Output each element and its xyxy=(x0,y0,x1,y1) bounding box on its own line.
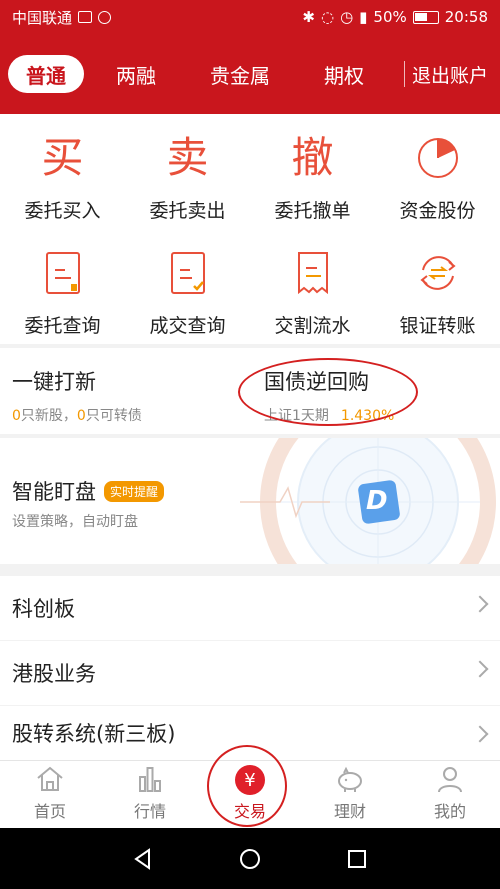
trade-type-tabs: 普通 两融 贵金属 期权 退出账户 xyxy=(0,34,500,114)
new-stock-count: 0 xyxy=(12,408,21,424)
settlement-flow-button[interactable]: 交割流水 xyxy=(250,229,375,344)
bank-transfer-button[interactable]: 银证转账 xyxy=(375,229,500,344)
tab-margin[interactable]: 两融 xyxy=(84,55,188,93)
new-stock-text: 只新股， xyxy=(20,408,77,424)
deal-query-label: 成交查询 xyxy=(149,315,226,337)
promo-row: 一键打新 0只新股，0只可转债 国债逆回购 上证1天期 1.430% xyxy=(0,348,500,434)
nav-trade-label: 交易 xyxy=(233,802,266,821)
buy-icon: 买 xyxy=(41,133,84,182)
transfer-icon xyxy=(412,247,464,299)
tab-divider xyxy=(404,61,405,87)
piggy-bank-icon xyxy=(338,766,362,792)
recents-icon[interactable] xyxy=(345,847,369,871)
document-check-icon xyxy=(162,247,214,299)
mute-icon: ◌ xyxy=(320,8,335,26)
function-grid: 买 委托买入 卖 委托卖出 撤 委托撤单 资金股份 委托查询 成交查询 交割流水… xyxy=(0,114,500,344)
sell-label: 委托卖出 xyxy=(149,200,226,222)
chevron-right-icon xyxy=(471,660,489,678)
nav-mine[interactable]: 我的 xyxy=(400,761,500,828)
hk-stock-label: 港股业务 xyxy=(12,662,96,686)
receipt-icon xyxy=(287,247,339,299)
notification-icon xyxy=(78,11,93,23)
nav-market[interactable]: 行情 xyxy=(100,761,200,828)
chevron-right-icon xyxy=(471,725,489,743)
chevron-right-icon xyxy=(471,595,489,613)
battery-percent: 50% xyxy=(373,8,407,26)
nav-home-label: 首页 xyxy=(33,802,66,821)
nav-wealth-label: 理财 xyxy=(333,802,366,821)
home-icon xyxy=(37,766,63,791)
bluetooth-icon: ✱ xyxy=(302,8,315,26)
yuan-icon: ¥ xyxy=(235,765,265,795)
carrier-name: 中国联通 xyxy=(12,8,73,27)
cancel-icon: 撤 xyxy=(291,133,334,182)
document-icon xyxy=(37,247,89,299)
buy-label: 委托买入 xyxy=(24,200,101,222)
smart-logo-letter: D xyxy=(366,486,388,516)
bank-transfer-label: 银证转账 xyxy=(399,315,476,337)
neeq-label: 股转系统(新三板) xyxy=(12,722,176,746)
home-circle-icon[interactable] xyxy=(238,847,262,871)
settlement-flow-label: 交割流水 xyxy=(274,315,351,337)
order-query-button[interactable]: 委托查询 xyxy=(0,229,125,344)
ipo-title: 一键打新 xyxy=(12,370,96,394)
cancel-order-label: 委托撤单 xyxy=(274,200,351,222)
smart-watch-subtitle: 设置策略，自动盯盘 xyxy=(12,514,138,530)
reverse-repo-title: 国债逆回购 xyxy=(264,370,369,394)
funds-holdings-label: 资金股份 xyxy=(399,200,476,222)
logout-button[interactable]: 退出账户 xyxy=(412,55,488,93)
user-icon xyxy=(438,767,462,793)
repo-rate: 1.430% xyxy=(340,408,395,424)
sell-button[interactable]: 卖 委托卖出 xyxy=(125,114,250,229)
bottom-nav: 首页 行情 ¥ 交易 理财 我的 xyxy=(0,760,500,828)
pie-chart-icon xyxy=(412,132,464,184)
nav-wealth[interactable]: 理财 xyxy=(300,761,400,828)
bar-chart-icon xyxy=(139,767,161,792)
repo-market: 上证1天期 xyxy=(264,408,329,424)
status-bar: 中国联通 ✱ ◌ ◷ ▮ 50% 20:58 xyxy=(0,0,500,34)
star-market-row[interactable]: 科创板 xyxy=(0,576,500,640)
funds-holdings-button[interactable]: 资金股份 xyxy=(375,114,500,229)
cancel-order-button[interactable]: 撤 委托撤单 xyxy=(250,114,375,229)
ipo-subscribe-card[interactable]: 一键打新 0只新股，0只可转债 xyxy=(0,348,250,434)
reverse-repo-subtitle: 上证1天期 1.430% xyxy=(264,405,500,425)
app-notification-icon xyxy=(98,10,112,24)
signal-icon: ▮ xyxy=(359,8,368,26)
buy-button[interactable]: 买 委托买入 xyxy=(0,114,125,229)
reverse-repo-card[interactable]: 国债逆回购 上证1天期 1.430% xyxy=(250,348,500,434)
tab-precious-metal[interactable]: 贵金属 xyxy=(188,55,292,93)
back-icon[interactable] xyxy=(131,847,155,871)
tab-normal[interactable]: 普通 xyxy=(8,55,84,93)
smart-watch-card[interactable]: 智能盯盘 实时提醒 设置策略，自动盯盘 D xyxy=(0,438,500,564)
star-market-label: 科创板 xyxy=(12,597,75,621)
nav-trade[interactable]: ¥ 交易 xyxy=(200,761,300,828)
deal-query-button[interactable]: 成交查询 xyxy=(125,229,250,344)
nav-market-label: 行情 xyxy=(133,802,166,821)
alarm-icon: ◷ xyxy=(340,8,354,26)
neeq-row[interactable]: 股转系统(新三板) xyxy=(0,706,500,760)
sell-icon: 卖 xyxy=(166,133,209,182)
ipo-subtitle: 0只新股，0只可转债 xyxy=(12,405,250,425)
smart-watch-title: 智能盯盘 实时提醒 xyxy=(12,476,165,506)
nav-home[interactable]: 首页 xyxy=(0,761,100,828)
bond-count: 0 xyxy=(76,408,86,424)
realtime-badge: 实时提醒 xyxy=(104,481,165,502)
hk-stock-row[interactable]: 港股业务 xyxy=(0,641,500,705)
nav-mine-label: 我的 xyxy=(433,802,466,821)
bond-text: 只可转债 xyxy=(85,408,142,424)
tab-options[interactable]: 期权 xyxy=(292,55,396,93)
order-query-label: 委托查询 xyxy=(24,315,101,337)
battery-icon xyxy=(412,10,439,24)
system-nav-bar xyxy=(0,828,500,889)
clock-time: 20:58 xyxy=(444,8,488,26)
